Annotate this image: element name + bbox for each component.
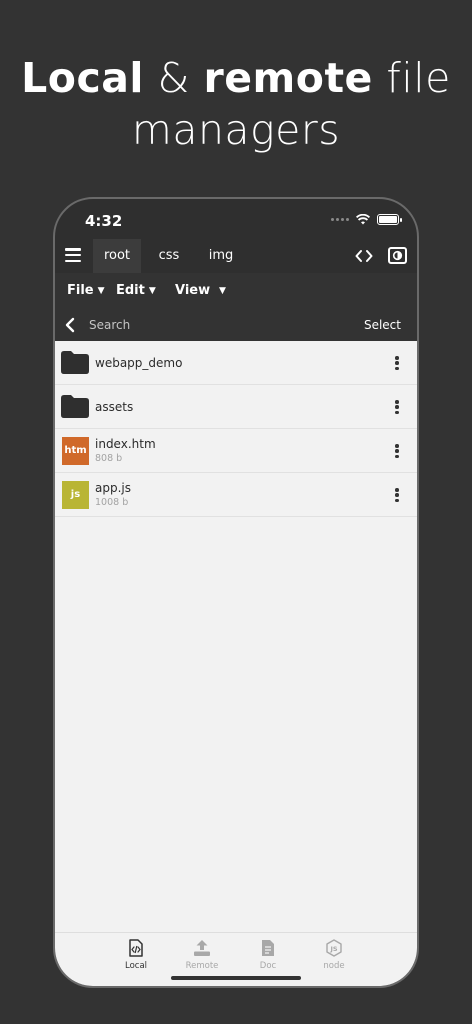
more-options-icon[interactable] bbox=[395, 400, 399, 414]
folder-icon bbox=[61, 395, 89, 418]
more-options-icon[interactable] bbox=[395, 444, 399, 458]
file-name: assets bbox=[95, 400, 134, 414]
status-bar: 4:32 bbox=[55, 199, 417, 239]
hamburger-menu-icon[interactable] bbox=[65, 248, 81, 262]
theme-toggle-icon[interactable] bbox=[388, 247, 407, 264]
menu-view-label: View bbox=[175, 283, 211, 298]
nav-local-label: Local bbox=[124, 961, 148, 971]
list-item[interactable]: assets bbox=[55, 385, 417, 429]
headline-file: file bbox=[372, 54, 451, 102]
file-list: webapp_demo assets htm index.htm 808 b j… bbox=[55, 341, 417, 932]
list-item[interactable]: htm index.htm 808 b bbox=[55, 429, 417, 473]
app-screen: 4:32 root css img File ▼ Edit ▼ View ▼ S… bbox=[55, 199, 417, 986]
status-icons bbox=[331, 214, 402, 225]
file-size: 1008 b bbox=[95, 497, 129, 508]
headline-line-1: Local & remote file bbox=[0, 52, 472, 104]
bottom-nav: Local Remote Doc JS node bbox=[55, 932, 417, 986]
code-file-icon bbox=[129, 939, 143, 957]
js-file-icon: js bbox=[62, 481, 89, 509]
search-input[interactable]: Search bbox=[89, 309, 130, 341]
document-icon bbox=[262, 940, 274, 956]
tab-css[interactable]: css bbox=[151, 239, 187, 273]
list-item[interactable]: js app.js 1008 b bbox=[55, 473, 417, 517]
caret-down-icon: ▼ bbox=[97, 286, 105, 296]
wifi-icon bbox=[356, 214, 370, 225]
more-options-icon[interactable] bbox=[395, 488, 399, 502]
nav-node[interactable]: JS node bbox=[309, 939, 359, 971]
file-name: index.htm bbox=[95, 437, 156, 451]
file-name: app.js bbox=[95, 481, 131, 495]
nav-remote-label: Remote bbox=[185, 961, 219, 971]
headline-bold-local: Local bbox=[21, 54, 144, 102]
nav-remote[interactable]: Remote bbox=[177, 939, 227, 971]
nav-node-label: node bbox=[323, 961, 345, 971]
headline-amp: & bbox=[143, 54, 204, 102]
nav-doc[interactable]: Doc bbox=[243, 939, 293, 971]
menu-bar: File ▼ Edit ▼ View ▼ bbox=[55, 273, 417, 309]
tab-img[interactable]: img bbox=[201, 239, 241, 273]
caret-down-icon: ▼ bbox=[148, 286, 156, 296]
headline-bold-remote: remote bbox=[203, 54, 373, 102]
htm-file-icon: htm bbox=[62, 437, 89, 465]
nodejs-icon: JS bbox=[326, 939, 342, 957]
status-time: 4:32 bbox=[85, 212, 123, 230]
signal-icon bbox=[331, 218, 349, 221]
nav-local[interactable]: Local bbox=[111, 939, 161, 971]
menu-file-label: File bbox=[67, 283, 94, 298]
headline-line-2: managers bbox=[131, 106, 341, 154]
tab-bar: root css img bbox=[55, 239, 417, 273]
search-bar: Search Select bbox=[55, 309, 417, 341]
select-button[interactable]: Select bbox=[364, 309, 401, 341]
home-indicator bbox=[171, 976, 301, 980]
code-view-icon[interactable] bbox=[355, 247, 373, 265]
menu-edit-label: Edit bbox=[116, 283, 145, 298]
nav-doc-label: Doc bbox=[259, 961, 277, 971]
view-caret-down-icon[interactable]: ▼ bbox=[219, 273, 226, 309]
file-size: 808 b bbox=[95, 453, 123, 464]
svg-text:JS: JS bbox=[329, 945, 337, 953]
file-name: webapp_demo bbox=[95, 356, 183, 370]
tab-root[interactable]: root bbox=[93, 239, 141, 273]
menu-file[interactable]: File ▼ bbox=[67, 273, 105, 309]
folder-icon bbox=[61, 351, 89, 374]
upload-icon bbox=[194, 940, 210, 956]
menu-edit[interactable]: Edit ▼ bbox=[116, 273, 156, 309]
back-chevron-icon[interactable] bbox=[64, 317, 76, 333]
list-item[interactable]: webapp_demo bbox=[55, 341, 417, 385]
phone-frame: 4:32 root css img File ▼ Edit ▼ View ▼ S… bbox=[53, 197, 419, 988]
more-options-icon[interactable] bbox=[395, 356, 399, 370]
menu-view[interactable]: View bbox=[175, 273, 210, 309]
headline: Local & remote file managers bbox=[0, 52, 472, 156]
battery-icon bbox=[377, 214, 402, 225]
